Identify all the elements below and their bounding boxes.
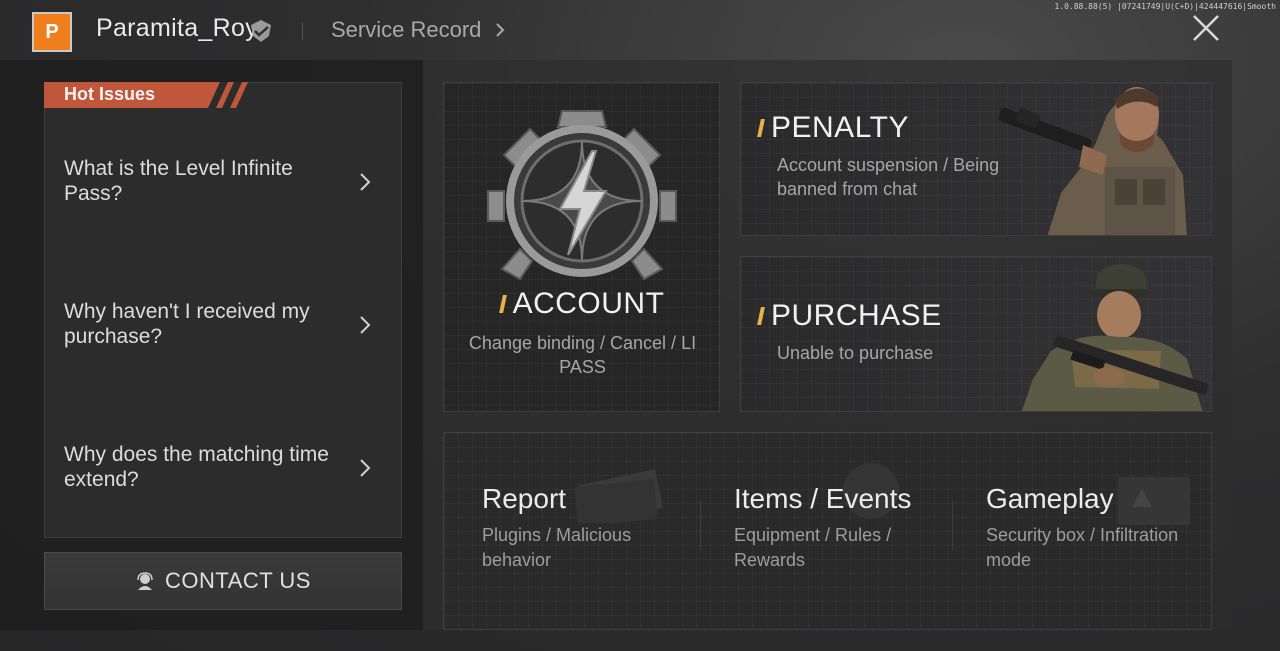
service-record-label: Service Record (331, 17, 482, 42)
purchase-title: PURCHASE (757, 299, 942, 333)
penalty-title: PENALTY (757, 111, 909, 145)
faq-item-purchase-not-received[interactable]: Why haven't I received my purchase? (64, 299, 384, 349)
contact-us-label: CONTACT US (165, 568, 311, 593)
account-title-text: ACCOUNT (512, 287, 665, 320)
faq-item-matching-time[interactable]: Why does the matching time extend? (64, 442, 384, 492)
service-record-link[interactable]: Service Record (331, 17, 507, 43)
category-gameplay[interactable]: Gameplay Security box / Infiltration mod… (986, 483, 1186, 573)
account-title: ACCOUNT (444, 287, 719, 321)
purchase-subtitle: Unable to purchase (777, 343, 934, 363)
header-divider (302, 22, 303, 40)
faq-text: What is the Level Infinite Pass? (64, 157, 293, 205)
penalty-title-text: PENALTY (771, 111, 909, 144)
account-subtitle: Change binding / Cancel / LI PASS (468, 333, 697, 377)
chevron-right-icon (360, 316, 371, 334)
category-report[interactable]: Report Plugins / Malicious behavior (482, 483, 682, 573)
faq-text: Why haven't I received my purchase? (64, 300, 310, 348)
accent-bar (757, 119, 765, 137)
chevron-right-icon (496, 23, 505, 37)
chevron-right-icon (360, 459, 371, 477)
category-gameplay-title: Gameplay (986, 483, 1114, 514)
category-report-subtitle: Plugins / Malicious behavior (482, 525, 632, 570)
close-icon[interactable] (1190, 12, 1222, 44)
category-report-title: Report (482, 483, 567, 514)
contact-us-button[interactable]: CONTACT US (44, 552, 402, 610)
account-emblem-icon (487, 110, 677, 281)
category-gameplay-subtitle: Security box / Infiltration mode (986, 525, 1179, 570)
penalty-card[interactable]: PENALTY Account suspension / Being banne… (740, 82, 1212, 236)
purchase-title-text: PURCHASE (771, 299, 942, 332)
penalty-subtitle: Account suspension / Being banned from c… (777, 155, 1000, 199)
headset-icon (137, 572, 153, 590)
accent-bar (757, 307, 765, 325)
hot-issues-tag: Hot Issues (64, 84, 156, 104)
rank-badge-icon (251, 20, 271, 42)
soldier-illustration (1021, 264, 1209, 411)
category-items-events[interactable]: Items / Events Equipment / Rules / Rewar… (734, 483, 934, 573)
categories-panel: Report Plugins / Malicious behavior Item… (443, 432, 1212, 630)
chevron-right-icon (360, 173, 371, 191)
account-card[interactable]: ACCOUNT Change binding / Cancel / LI PAS… (443, 82, 720, 412)
category-divider (952, 501, 953, 551)
faq-text: Why does the matching time extend? (64, 443, 329, 491)
purchase-card[interactable]: PURCHASE Unable to purchase (740, 256, 1212, 412)
soldier-illustration (998, 87, 1187, 235)
version-info: 1.0.88.88(5) |07241749|U(C+D)|424447616|… (1054, 2, 1276, 11)
avatar-letter: P (45, 20, 59, 43)
category-items-events-title: Items / Events (734, 483, 912, 514)
category-divider (700, 501, 701, 551)
avatar[interactable]: P (32, 12, 72, 52)
accent-bar (498, 295, 507, 313)
faq-item-level-infinite-pass[interactable]: What is the Level Infinite Pass? (64, 156, 384, 206)
category-items-events-subtitle: Equipment / Rules / Rewards (734, 525, 892, 570)
username: Paramita_Roy (96, 14, 258, 42)
